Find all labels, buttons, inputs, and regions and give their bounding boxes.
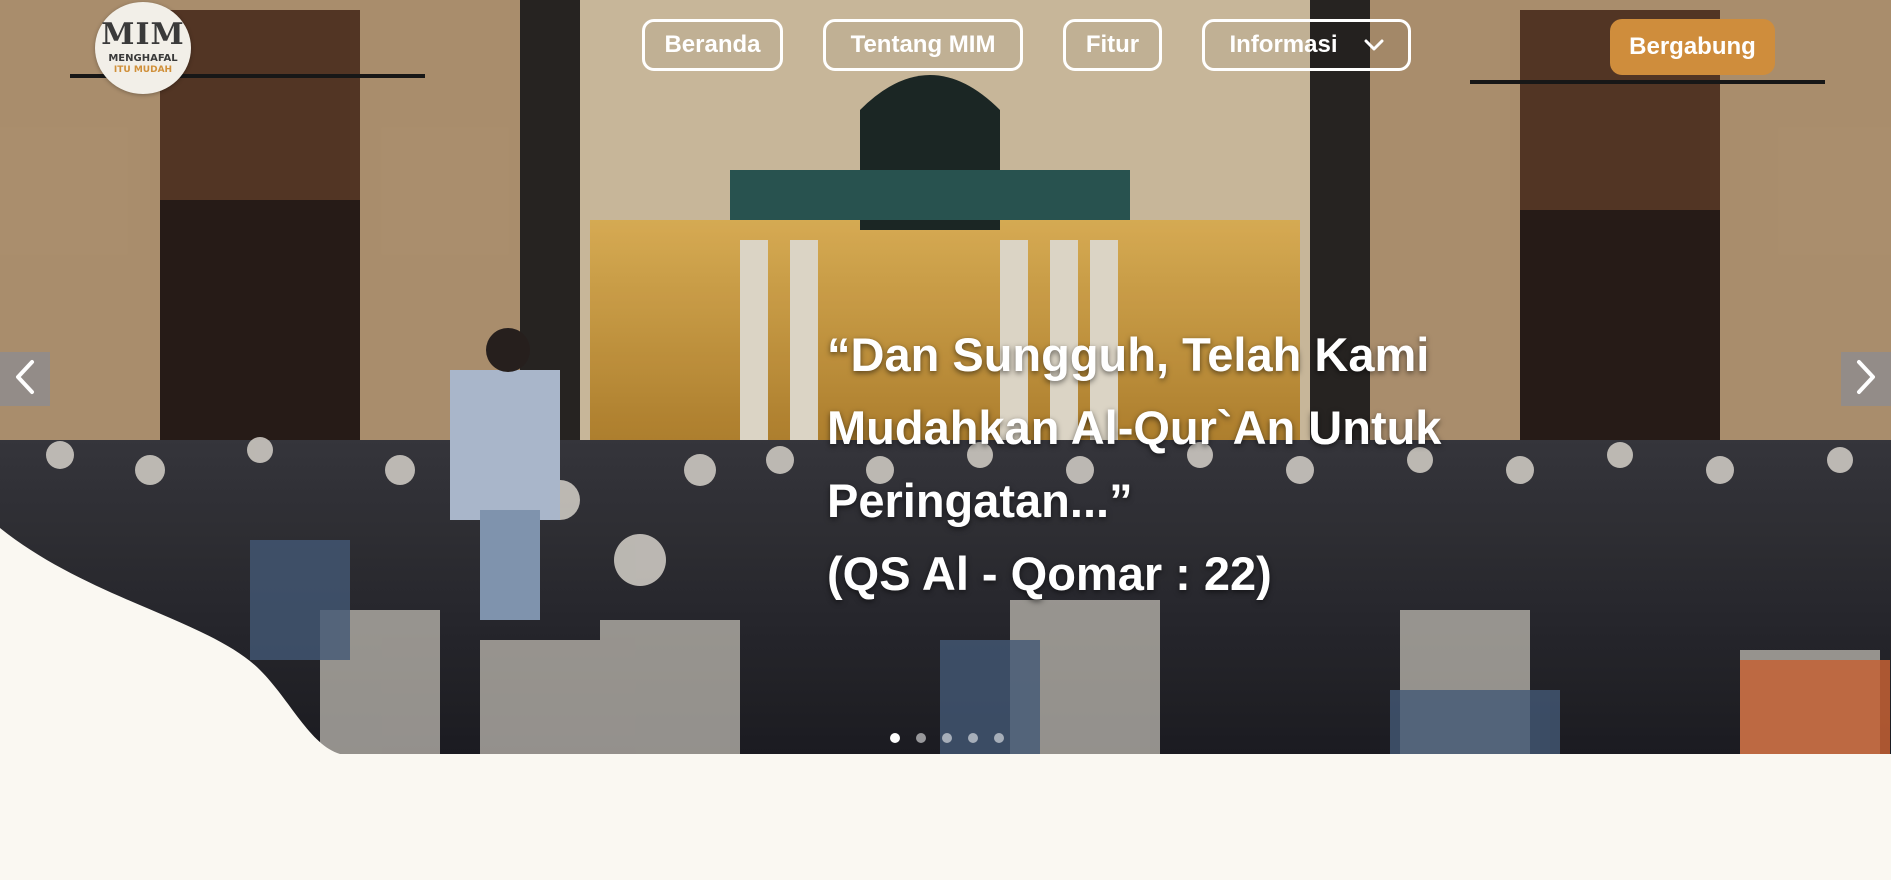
carousel-prev-button[interactable] [0,352,50,406]
quote-line: Mudahkan Al-Qur`An Untuk [827,401,1442,454]
quote-citation: (QS Al - Qomar : 22) [827,547,1272,600]
quote-line: “Dan Sungguh, Telah Kami [827,328,1430,381]
join-button[interactable]: Bergabung [1610,19,1775,75]
nav-item-tentang-mim[interactable]: Tentang MIM [823,19,1023,71]
chevron-down-icon [1364,39,1384,51]
carousel-dot[interactable] [890,733,900,743]
carousel-dot[interactable] [916,733,926,743]
nav-item-beranda[interactable]: Beranda [642,19,783,71]
nav-item-informasi-dropdown[interactable]: Informasi [1202,19,1411,71]
nav-item-label: Fitur [1085,31,1140,58]
carousel-dot[interactable] [968,733,978,743]
carousel-dot[interactable] [994,733,1004,743]
main-navigation: Beranda Tentang MIM Fitur Informasi [0,19,1891,75]
nav-item-label: Beranda [664,31,761,58]
chevron-right-icon [1855,359,1877,399]
carousel-indicators [890,733,1004,743]
nav-item-fitur[interactable]: Fitur [1063,19,1162,71]
nav-item-label: Informasi [1229,31,1338,58]
carousel-next-button[interactable] [1841,352,1891,406]
quote-line: Peringatan...” [827,474,1133,527]
hero-quote: “Dan Sungguh, Telah Kami Mudahkan Al-Qur… [827,318,1527,610]
join-button-label: Bergabung [1629,33,1756,60]
carousel-dot[interactable] [942,733,952,743]
chevron-left-icon [14,359,36,399]
nav-item-label: Tentang MIM [850,31,996,58]
